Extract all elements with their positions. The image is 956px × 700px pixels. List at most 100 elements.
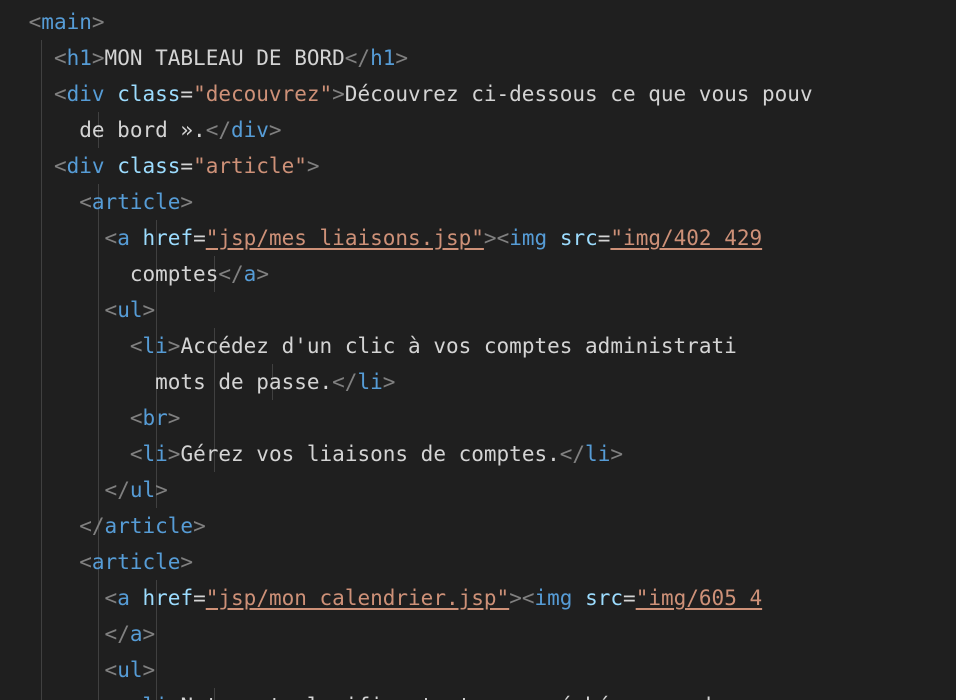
code-token: <: [53, 82, 67, 106]
code-token: <: [496, 226, 510, 250]
code-token: img: [534, 586, 573, 610]
code-token: >: [142, 658, 156, 682]
code-token: <: [79, 190, 92, 214]
code-line[interactable]: <main>: [29, 4, 105, 40]
code-token: >: [168, 694, 181, 700]
code-line[interactable]: de bord ».</div>: [79, 112, 281, 148]
code-token: </: [344, 46, 371, 70]
code-line[interactable]: mots de passe.</li>: [155, 364, 395, 400]
code-token: =: [193, 226, 206, 250]
code-token: <: [53, 154, 67, 178]
code-token: div: [66, 82, 105, 106]
code-token: </: [218, 262, 244, 286]
code-editor[interactable]: <main> <h1>MON TABLEAU DE BORD</h1> <div c…: [0, 0, 956, 700]
code-token: li: [142, 442, 168, 466]
code-line[interactable]: </a>: [105, 616, 156, 652]
code-token: div: [66, 154, 105, 178]
code-token: >: [167, 334, 181, 358]
code-token: MON TABLEAU DE BORD: [104, 46, 345, 70]
code-line[interactable]: comptes</a>: [130, 256, 269, 292]
code-token: <: [104, 658, 118, 682]
code-token: Gérez vos liaisons de comptes.: [180, 442, 560, 466]
code-token: "jsp/mon_calendrier.jsp": [205, 586, 510, 610]
code-token: >: [483, 226, 497, 250]
code-line[interactable]: <ul>: [105, 292, 156, 328]
code-token: =: [193, 586, 206, 610]
code-token: comptes: [129, 262, 219, 286]
code-line[interactable]: <li>Gérez vos liaisons de comptes.</li>: [130, 436, 623, 472]
code-token: class: [117, 82, 181, 106]
code-token: <: [104, 586, 118, 610]
code-line[interactable]: <br>: [130, 400, 181, 436]
code-token: =: [180, 82, 194, 106]
code-token: <: [521, 586, 535, 610]
code-token: de bord ».: [79, 118, 206, 142]
code-line[interactable]: <article>: [79, 184, 193, 220]
code-token: article: [91, 550, 181, 574]
code-token: >: [332, 82, 345, 106]
code-token: >: [193, 514, 206, 538]
code-token: <: [104, 226, 118, 250]
code-token: >: [268, 118, 282, 142]
code-line[interactable]: <div class="decouvrez">Découvrez ci-dess…: [54, 76, 813, 112]
code-line[interactable]: <li>Accédez d'un clic à vos comptes admi…: [130, 328, 737, 364]
code-token: >: [155, 478, 168, 502]
code-token: <: [79, 550, 92, 574]
code-token: main: [41, 10, 92, 34]
code-token: <: [53, 46, 67, 70]
code-token: a: [117, 586, 130, 610]
code-token: mots de passe.: [155, 370, 333, 394]
code-token: </: [332, 370, 358, 394]
code-token: </: [205, 118, 231, 142]
code-line[interactable]: <a href="jsp/mes_liaisons.jsp"><img src=…: [105, 220, 763, 256]
code-token: ul: [129, 478, 156, 502]
code-line[interactable]: <ul>: [105, 652, 156, 688]
code-token: </: [559, 442, 586, 466]
indent-guide: [98, 184, 99, 700]
code-token: li: [143, 694, 168, 700]
code-token: =: [623, 586, 636, 610]
code-token: <: [28, 10, 42, 34]
code-line[interactable]: </ul>: [105, 472, 168, 508]
code-line[interactable]: <div class="article">: [54, 148, 320, 184]
code-token: class: [117, 154, 181, 178]
code-token: </: [104, 622, 130, 646]
code-token: img: [509, 226, 548, 250]
code-token: >: [167, 406, 181, 430]
code-token: ul: [117, 658, 143, 682]
code-line[interactable]: <h1>MON TABLEAU DE BORD</h1>: [54, 40, 408, 76]
code-token: h1: [370, 46, 396, 70]
code-line[interactable]: <a href="jsp/mon_calendrier.jsp"><img sr…: [105, 580, 763, 616]
code-token: =: [180, 154, 194, 178]
code-token: a: [129, 622, 143, 646]
code-token: a: [243, 262, 257, 286]
code-token: >: [167, 442, 181, 466]
code-token: >: [610, 442, 623, 466]
code-token: h1: [66, 46, 92, 70]
code-token: </: [104, 478, 130, 502]
code-token: >: [180, 190, 194, 214]
code-token: <: [129, 406, 143, 430]
code-line[interactable]: <article>: [79, 544, 193, 580]
code-line[interactable]: </article>: [79, 508, 205, 544]
code-token: Accédez d'un clic à vos comptes administ…: [180, 334, 737, 358]
code-token: >: [306, 154, 320, 178]
code-token: article: [104, 514, 194, 538]
code-line[interactable]: <li>Notez et planifiez toutes vos échéan…: [130, 688, 712, 700]
code-token: <: [104, 298, 118, 322]
code-token: >: [91, 10, 105, 34]
code-token: >: [509, 586, 522, 610]
code-token: src: [559, 226, 598, 250]
code-token: >: [142, 622, 156, 646]
code-token: >: [180, 550, 194, 574]
code-token: li: [585, 442, 611, 466]
code-token: <: [129, 334, 143, 358]
code-token: Découvrez ci-dessous ce que vous pouv: [344, 82, 813, 106]
code-token: >: [91, 46, 105, 70]
